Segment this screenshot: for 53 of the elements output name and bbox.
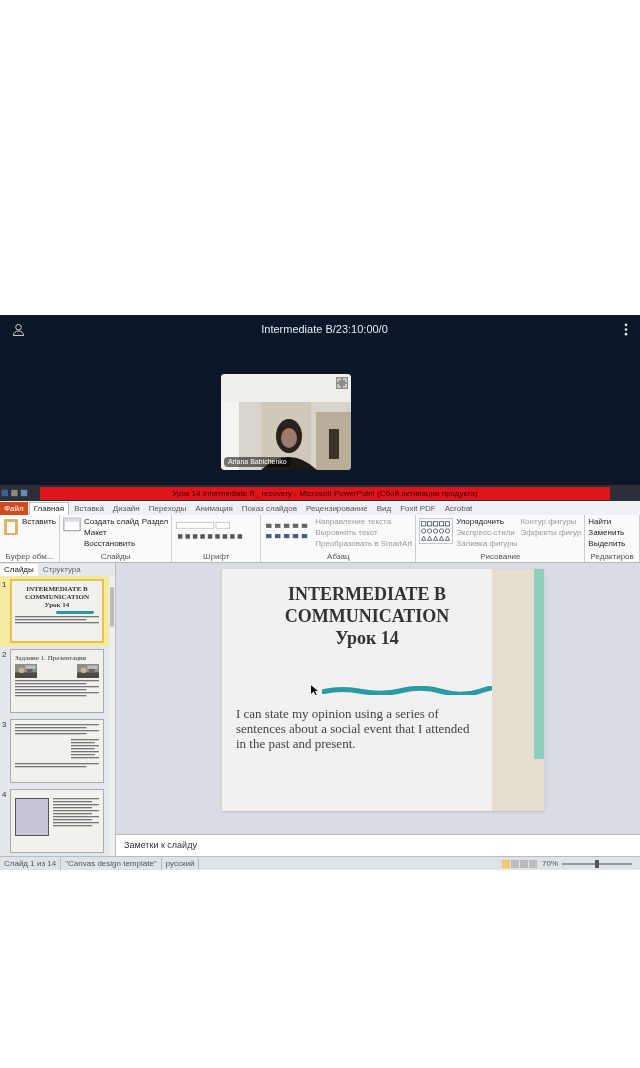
ribbon-command[interactable]: Раздел (141, 517, 169, 527)
ribbon-tab[interactable]: Acrobat (440, 502, 477, 515)
slide-number: 2 (2, 649, 8, 661)
notes-field[interactable]: Заметки к слайду (116, 834, 640, 856)
ribbon-tab[interactable]: Показ слайдов (237, 502, 301, 515)
zoom-level: 70% (541, 857, 559, 870)
ribbon-command[interactable]: Создать слайд (83, 517, 139, 527)
person-icon[interactable] (12, 322, 25, 336)
status-text: "Canvas design template" (61, 857, 162, 870)
ribbon-command[interactable]: Заменить (588, 528, 626, 538)
group-label: Абзац (326, 552, 351, 562)
ribbon-command[interactable]: Выделить (588, 539, 626, 549)
slide-thumbnail[interactable] (10, 789, 104, 853)
group-label: Рисование (479, 552, 522, 562)
panel-tab[interactable]: Слайды (0, 564, 38, 576)
slide-number: 4 (2, 789, 8, 801)
table-drawing (15, 798, 49, 836)
scribble-icon (56, 611, 94, 614)
ribbon-tab[interactable]: Главная (28, 502, 70, 515)
ribbon-tab[interactable]: Рецензирование (301, 502, 372, 515)
ribbon-command[interactable]: Восстановить (83, 539, 139, 549)
slide-body: I can state my opinion using a series of sentences about a social event that I attended in the past and present. (235, 706, 471, 751)
file-tab[interactable]: Файл (0, 502, 28, 515)
slide-number: 3 (2, 719, 8, 731)
slide-thumbnail[interactable] (10, 719, 104, 783)
ribbon-tab[interactable]: Вставка (70, 502, 108, 515)
status-text: русский (161, 857, 200, 870)
zoom-thumb[interactable] (595, 859, 599, 868)
group-label: Редактиров (589, 552, 635, 562)
group-label: Буфер обм... (4, 552, 55, 562)
text-lines-drawing (53, 798, 99, 828)
expand-icon[interactable] (336, 377, 348, 389)
more-icon[interactable] (624, 322, 628, 336)
window-title: Урок 14 Intermediate B_ recovery - Microsoft PowerPoint (Сбой активации продукта) (40, 486, 610, 500)
ribbon-command[interactable]: Упорядочить (456, 517, 518, 527)
cursor-icon (311, 685, 318, 696)
group-label: Слайды (99, 552, 132, 562)
ribbon-tab[interactable]: Анимация (191, 502, 237, 515)
ribbon-tab[interactable]: Вид (372, 502, 396, 515)
slide-number: 1 (2, 579, 8, 591)
panel-tab[interactable]: Структура (38, 564, 85, 576)
text-lines-drawing (71, 739, 99, 760)
group-label: Шрифт (202, 552, 231, 562)
slide-title: INTERMEDIATE B COMMUNICATION Урок 14 (283, 583, 451, 649)
ribbon-command[interactable]: Найти (588, 517, 626, 527)
ribbon-tab[interactable]: Foxit PDF (396, 502, 440, 515)
ribbon-command[interactable]: Вставить (22, 517, 56, 527)
call-title: Intermediate B/23:10:00/0 (261, 321, 388, 337)
zoom-slider[interactable] (562, 862, 632, 865)
ribbon-tab[interactable]: Дизайн (108, 502, 144, 515)
status-text: Слайд 1 из 14 (0, 857, 62, 870)
ribbon-tab[interactable]: Переходы (144, 502, 191, 515)
ribbon-command[interactable]: Макет (83, 528, 139, 538)
